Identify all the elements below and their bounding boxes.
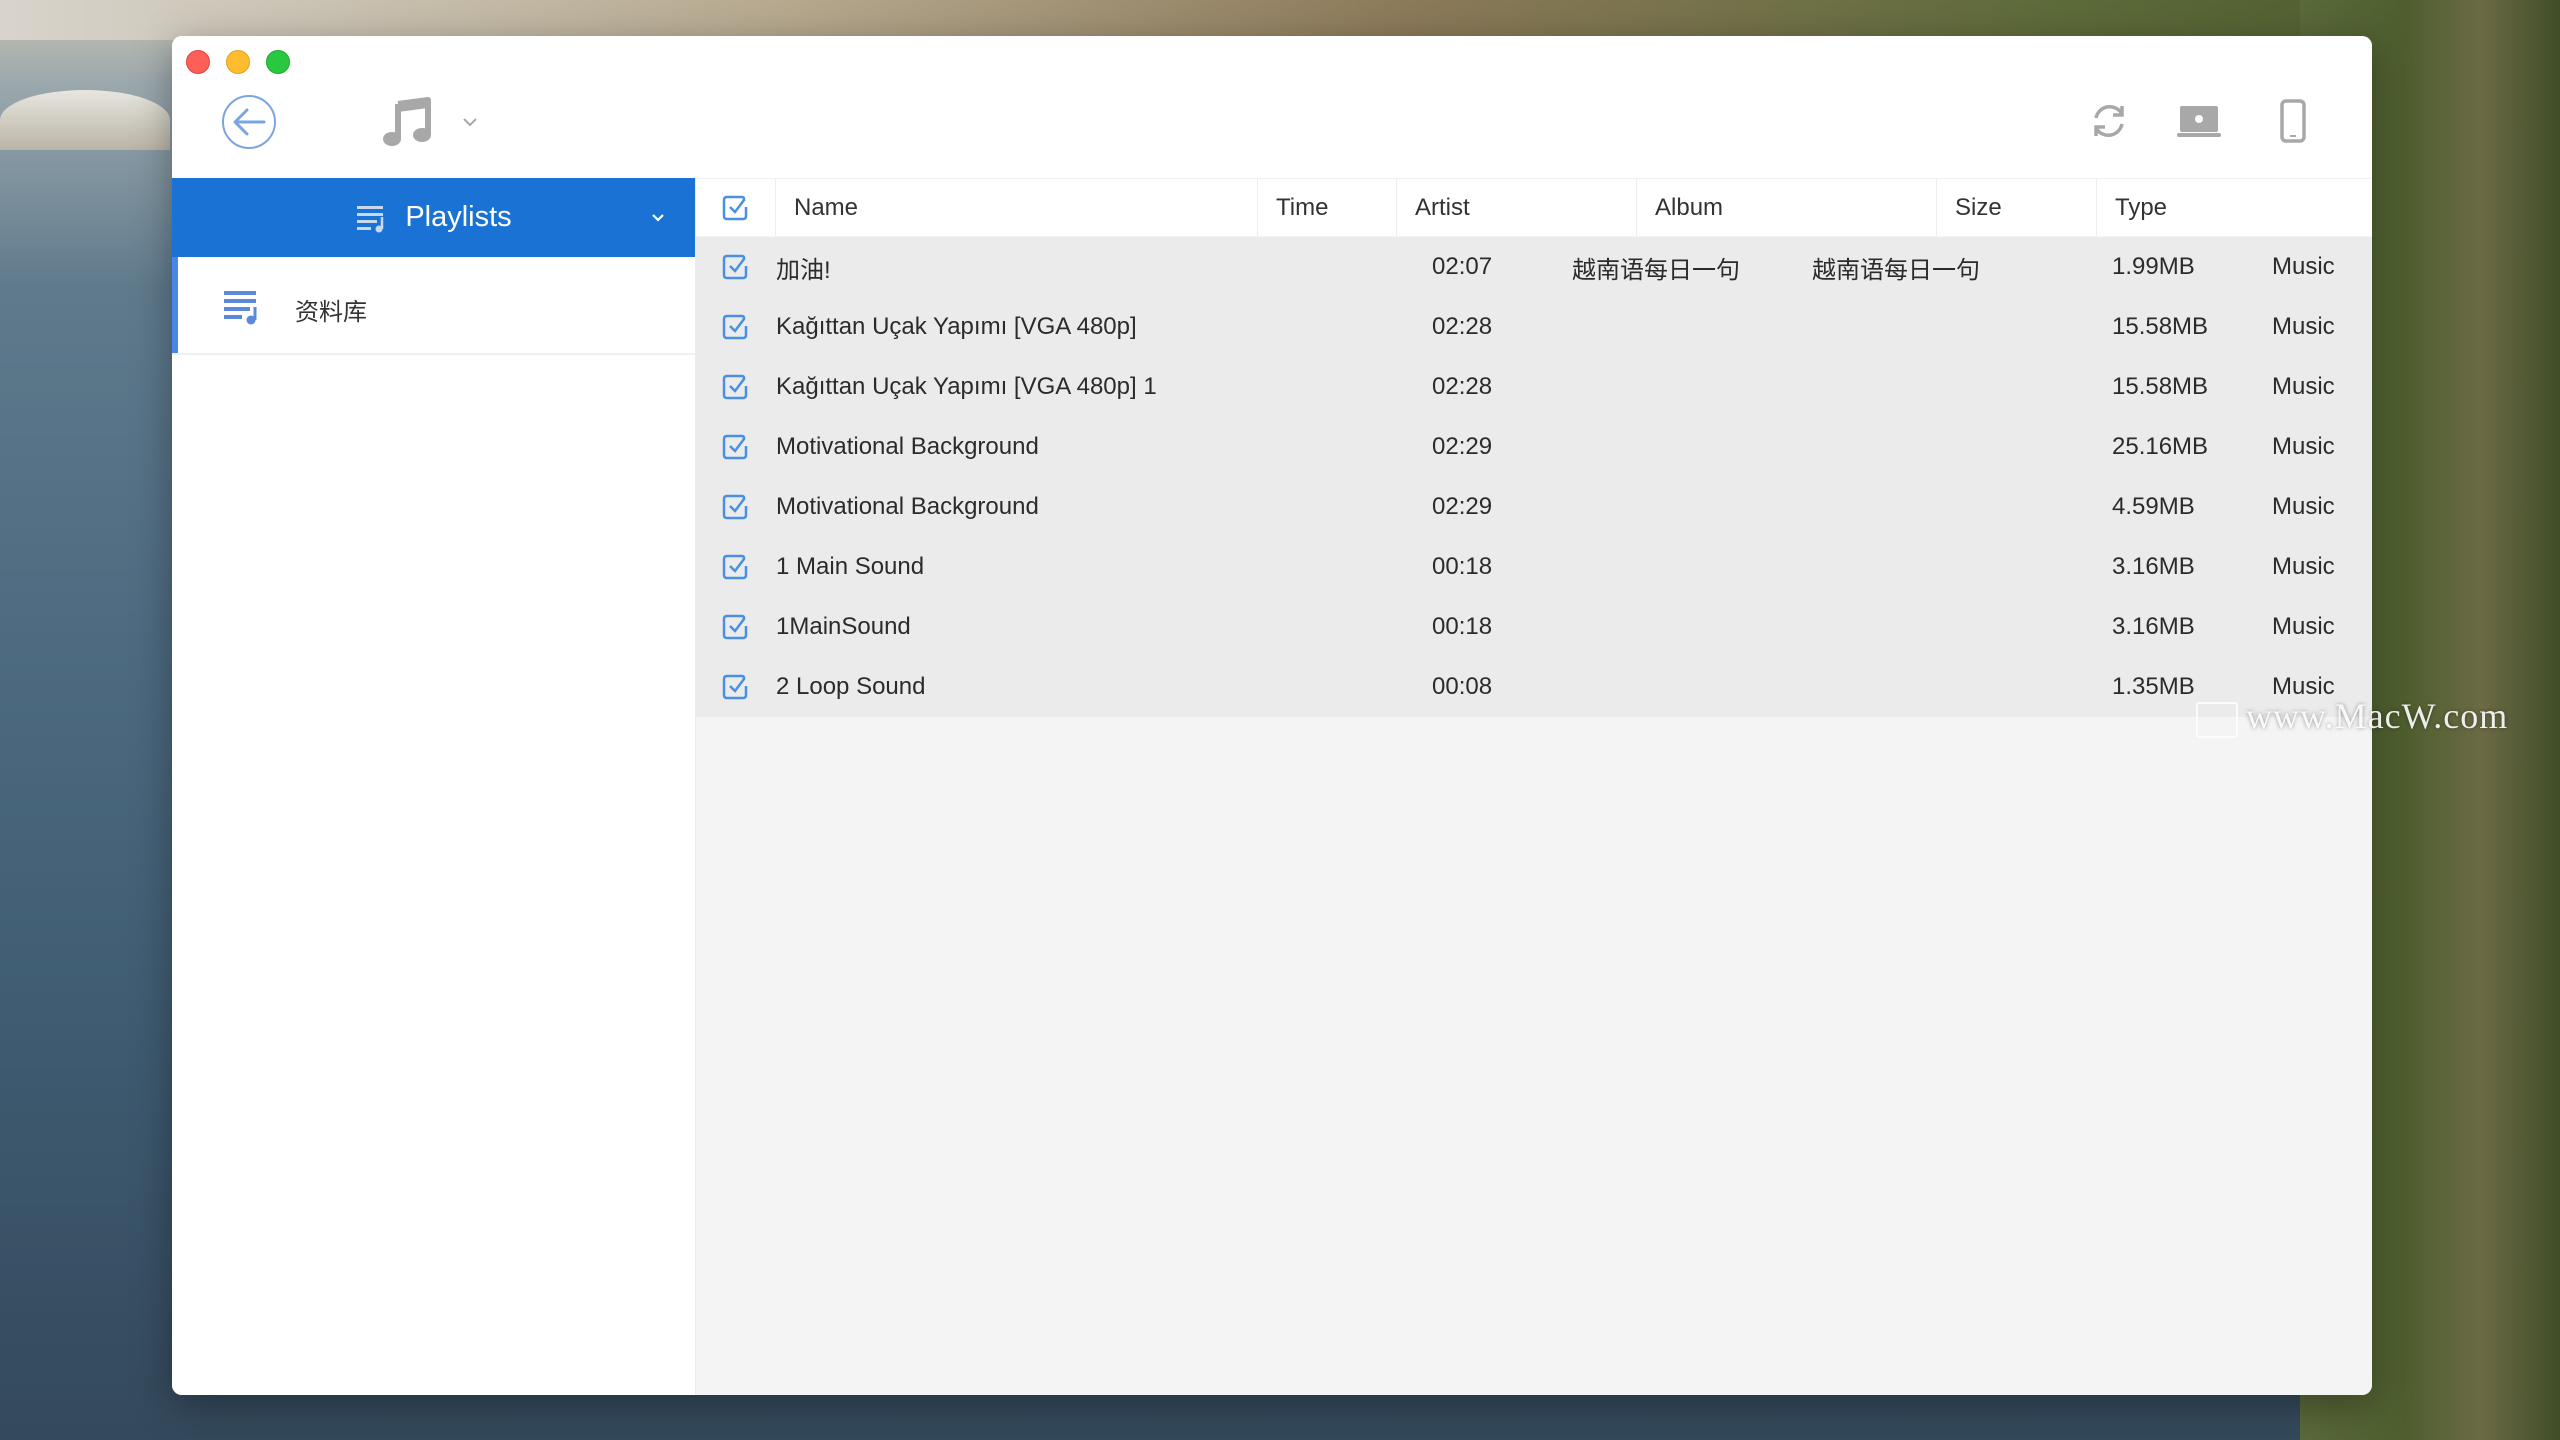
- close-button[interactable]: [186, 50, 210, 74]
- cell-time: 02:29: [1432, 493, 1493, 520]
- sidebar-item-library[interactable]: 资料库: [172, 257, 695, 355]
- toolbar: [172, 36, 2372, 178]
- cell-size: 25.16MB: [2112, 433, 2209, 460]
- cell-time: 02:28: [1432, 313, 1493, 340]
- playlist-icon: [224, 291, 257, 325]
- cell-size: 4.59MB: [2112, 493, 2195, 520]
- column-header-size[interactable]: Size: [1936, 179, 2096, 236]
- table-row[interactable]: 加油! 02:07 越南语每日一句 越南语每日一句 1.99MB Music: [696, 237, 2372, 297]
- iphone-icon: [2280, 99, 2306, 143]
- cell-name: Kağıttan Uçak Yapımı [VGA 480p] 1: [776, 373, 1157, 400]
- sync-icon: [2094, 105, 2124, 137]
- cell-artist: 越南语每日一句: [1572, 256, 1740, 284]
- checkbox-checked-icon: [722, 195, 748, 221]
- chevron-down-icon[interactable]: [649, 208, 667, 226]
- watermark-text: www.MacW.com: [2246, 696, 2509, 736]
- cell-time: 00:18: [1432, 613, 1493, 640]
- cell-time: 00:08: [1432, 673, 1493, 700]
- mac-device-button[interactable]: [2176, 98, 2222, 144]
- checkbox-checked-icon: [722, 614, 748, 640]
- row-checkbox[interactable]: [722, 374, 748, 400]
- media-type-dropdown[interactable]: [460, 112, 480, 132]
- cell-size: 15.58MB: [2112, 313, 2209, 340]
- playlist-icon: [357, 205, 384, 232]
- cell-time: 02:28: [1432, 373, 1493, 400]
- cell-name: Motivational Background: [776, 493, 1039, 520]
- cell-name: 1MainSound: [776, 613, 911, 640]
- cell-type: Music: [2272, 613, 2335, 640]
- row-checkbox[interactable]: [722, 314, 748, 340]
- cell-album: 越南语每日一句: [1812, 256, 1980, 284]
- table-row[interactable]: 1MainSound 00:18 3.16MB Music: [696, 597, 2372, 657]
- cell-size: 3.16MB: [2112, 553, 2195, 580]
- checkbox-checked-icon: [722, 494, 748, 520]
- playlists-header-label: Playlists: [405, 201, 512, 233]
- desktop-wallpaper-top: [0, 0, 2560, 40]
- column-header-name[interactable]: Name: [775, 179, 1257, 236]
- cell-size: 15.58MB: [2112, 373, 2209, 400]
- row-checkbox[interactable]: [722, 674, 748, 700]
- cell-time: 02:29: [1432, 433, 1493, 460]
- table-row[interactable]: 2 Loop Sound 00:08 1.35MB Music: [696, 657, 2372, 717]
- cell-name: 1 Main Sound: [776, 553, 925, 580]
- column-header-artist[interactable]: Artist: [1396, 179, 1636, 236]
- table-header: Name Time Artist Album Size Type: [696, 178, 2372, 236]
- track-table: Name Time Artist Album Size Type 加油! 02:…: [696, 178, 2372, 1395]
- select-all-checkbox[interactable]: [722, 195, 748, 221]
- cell-type: Music: [2272, 433, 2335, 460]
- media-type-button[interactable]: [380, 94, 436, 150]
- cell-type: Music: [2272, 253, 2335, 280]
- cell-name: Motivational Background: [776, 433, 1039, 460]
- cell-size: 3.16MB: [2112, 613, 2195, 640]
- table-row[interactable]: Motivational Background 02:29 4.59MB Mus…: [696, 477, 2372, 537]
- checkbox-checked-icon: [722, 554, 748, 580]
- cell-name: Kağıttan Uçak Yapımı [VGA 480p]: [776, 313, 1137, 340]
- checkbox-checked-icon: [722, 434, 748, 460]
- maximize-button[interactable]: [266, 50, 290, 74]
- cell-name: 加油!: [776, 256, 831, 284]
- mac-computer-icon: [2177, 106, 2221, 137]
- chevron-down-icon: [463, 118, 477, 127]
- row-checkbox[interactable]: [722, 554, 748, 580]
- row-checkbox[interactable]: [722, 614, 748, 640]
- cell-type: Music: [2272, 373, 2335, 400]
- cell-type: Music: [2272, 493, 2335, 520]
- sidebar-item-label: 资料库: [295, 299, 367, 326]
- cell-name: 2 Loop Sound: [776, 673, 926, 700]
- table-row[interactable]: Kağıttan Uçak Yapımı [VGA 480p] 1 02:28 …: [696, 357, 2372, 417]
- selection-indicator: [172, 257, 178, 353]
- table-row[interactable]: Kağıttan Uçak Yapımı [VGA 480p] 02:28 15…: [696, 297, 2372, 357]
- cell-time: 02:07: [1432, 253, 1493, 280]
- sync-button[interactable]: [2086, 98, 2132, 144]
- cell-time: 00:18: [1432, 553, 1493, 580]
- checkbox-checked-icon: [722, 674, 748, 700]
- table-row[interactable]: Motivational Background 02:29 25.16MB Mu…: [696, 417, 2372, 477]
- minimize-button[interactable]: [226, 50, 250, 74]
- checkbox-checked-icon: [722, 314, 748, 340]
- desktop-wallpaper-rock: [0, 90, 170, 150]
- iphone-device-button[interactable]: [2270, 98, 2316, 144]
- watermark-logo-icon: [2196, 702, 2238, 738]
- row-checkbox[interactable]: [722, 254, 748, 280]
- back-button[interactable]: [222, 95, 276, 149]
- app-window: Playlists 资料库 Name Time Artist Album Siz…: [172, 36, 2372, 1395]
- column-header-time[interactable]: Time: [1257, 179, 1396, 236]
- cell-size: 1.35MB: [2112, 673, 2195, 700]
- row-checkbox[interactable]: [722, 494, 748, 520]
- cell-size: 1.99MB: [2112, 253, 2195, 280]
- cell-type: Music: [2272, 313, 2335, 340]
- checkbox-checked-icon: [722, 374, 748, 400]
- row-checkbox[interactable]: [722, 434, 748, 460]
- checkbox-checked-icon: [722, 254, 748, 280]
- arrow-left-icon: [233, 108, 266, 136]
- playlists-header[interactable]: Playlists: [172, 178, 695, 257]
- column-header-album[interactable]: Album: [1636, 179, 1936, 236]
- music-note-icon: [383, 97, 431, 146]
- table-row[interactable]: 1 Main Sound 00:18 3.16MB Music: [696, 537, 2372, 597]
- cell-type: Music: [2272, 553, 2335, 580]
- sidebar: Playlists 资料库: [172, 178, 696, 1395]
- column-header-type[interactable]: Type: [2096, 179, 2372, 236]
